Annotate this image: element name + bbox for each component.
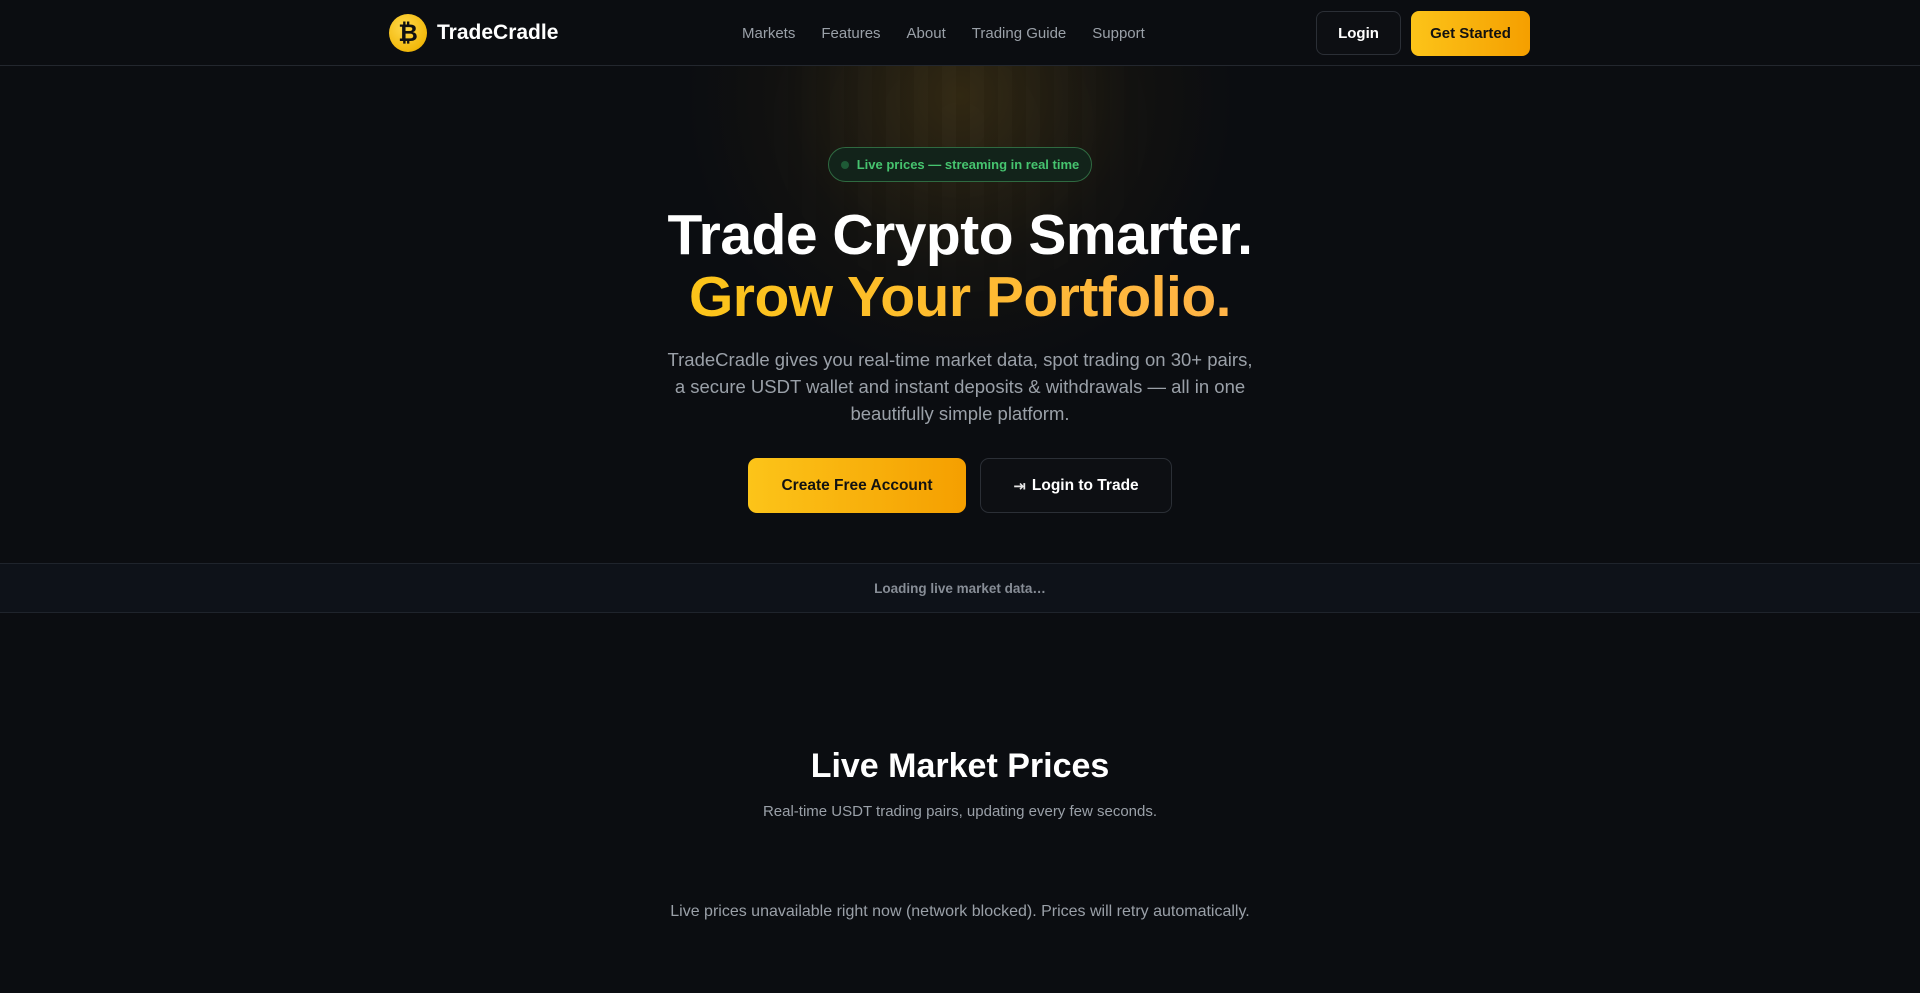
brand-name: TradeCradle	[437, 21, 559, 44]
nav-link-features[interactable]: Features	[821, 25, 880, 42]
login-to-trade-label: Login to Trade	[1031, 476, 1139, 494]
market-status-message: Live prices unavailable right now (netwo…	[670, 903, 1250, 920]
live-dot-icon	[840, 160, 849, 169]
hero-lead: TradeCradle gives you real-time market d…	[667, 349, 1253, 424]
nav-link-support[interactable]: Support	[1092, 25, 1145, 42]
create-account-button[interactable]: Create Free Account	[748, 458, 966, 513]
nav-link-about[interactable]: About	[907, 25, 946, 42]
get-started-button[interactable]: Get Started	[1411, 11, 1530, 56]
top-navbar: ₿ TradeCradle Markets Features About Tra…	[0, 0, 1920, 66]
nav-link-markets[interactable]: Markets	[742, 25, 795, 42]
hero-headline-line2-text: Grow Your Portfolio.	[688, 265, 1232, 329]
market-section-subtitle: Real-time USDT trading pairs, updating e…	[762, 803, 1158, 820]
market-section-title: Live Market Prices	[810, 747, 1110, 785]
login-button[interactable]: Login	[1316, 11, 1401, 55]
hero-headline-line1: Trade Crypto Smarter.	[667, 203, 1253, 267]
brand[interactable]: ₿ TradeCradle	[389, 14, 558, 52]
live-prices-badge: Live prices — streaming in real time	[828, 147, 1092, 182]
ticker-status: Loading live market data…	[874, 580, 1046, 596]
hero-headline-line2: Grow Your Portfolio.	[0, 265, 1920, 329]
live-prices-badge-text: Live prices — streaming in real time	[856, 157, 1080, 172]
login-arrow-icon: ⇥	[1013, 476, 1026, 495]
nav-link-trading-guide[interactable]: Trading Guide	[972, 25, 1067, 42]
bitcoin-coin-icon: ₿	[389, 14, 427, 52]
login-to-trade-button[interactable]: ⇥ Login to Trade	[980, 458, 1172, 513]
market-ticker: Loading live market data…	[0, 563, 1920, 613]
nav-links: Markets Features About Trading Guide Sup…	[742, 0, 1145, 66]
